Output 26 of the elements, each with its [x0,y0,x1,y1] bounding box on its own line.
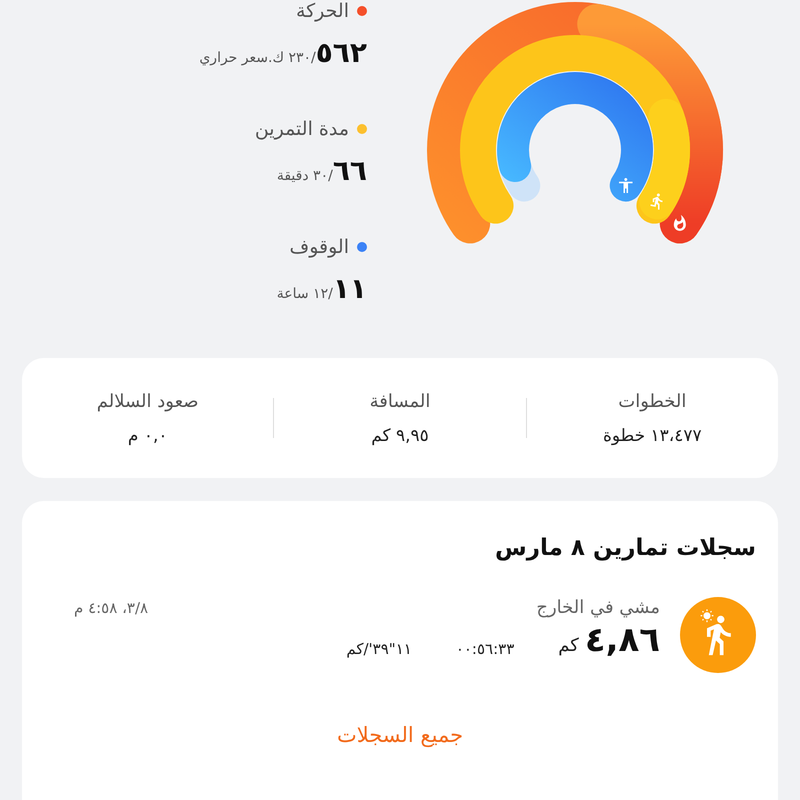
stat-value: ١٣،٤٧٧ خطوة [602,426,702,446]
stat-value: ٠,٠ م [128,426,168,446]
metric-label: مدة التمرين [254,118,349,140]
metric-value: ١١ [332,272,367,305]
metric-label: الوقوف [290,236,349,258]
workout-time: ٣/٨، ٤:٥٨ م [74,598,148,616]
metric-goal: /٢٣٠ ك.سعر حراري [199,50,316,66]
all-records-link[interactable]: جميع السجلات [336,723,464,747]
stat-label: الخطوات [618,390,686,412]
workout-distance: ٤,٨٦ [584,620,660,660]
metric-value: ٦٦ [332,154,367,187]
workout-pace: ١١"٣٩'/كم [346,640,412,658]
distance-unit: كم [558,635,579,656]
flame-icon [674,214,686,231]
stat-label: المسافة [370,390,430,412]
stat-value: ٩,٩٥ كم [371,426,429,446]
stat-label: صعود السلالم [96,390,199,412]
standing-person-icon [619,178,633,194]
metric-goal: /١٢ ساعة [276,286,333,302]
metric-value: ٥٦٢ [316,36,367,69]
records-title: سجلات تمارين ٨ مارس [495,535,756,561]
running-icon [650,194,662,210]
metric-label: الحركة [296,0,349,22]
workout-name: مشي في الخارج [536,597,660,618]
workout-duration: ٠٠:٥٦:٣٣ [456,640,514,658]
metric-goal: /٣٠ دقيقة [276,168,333,184]
